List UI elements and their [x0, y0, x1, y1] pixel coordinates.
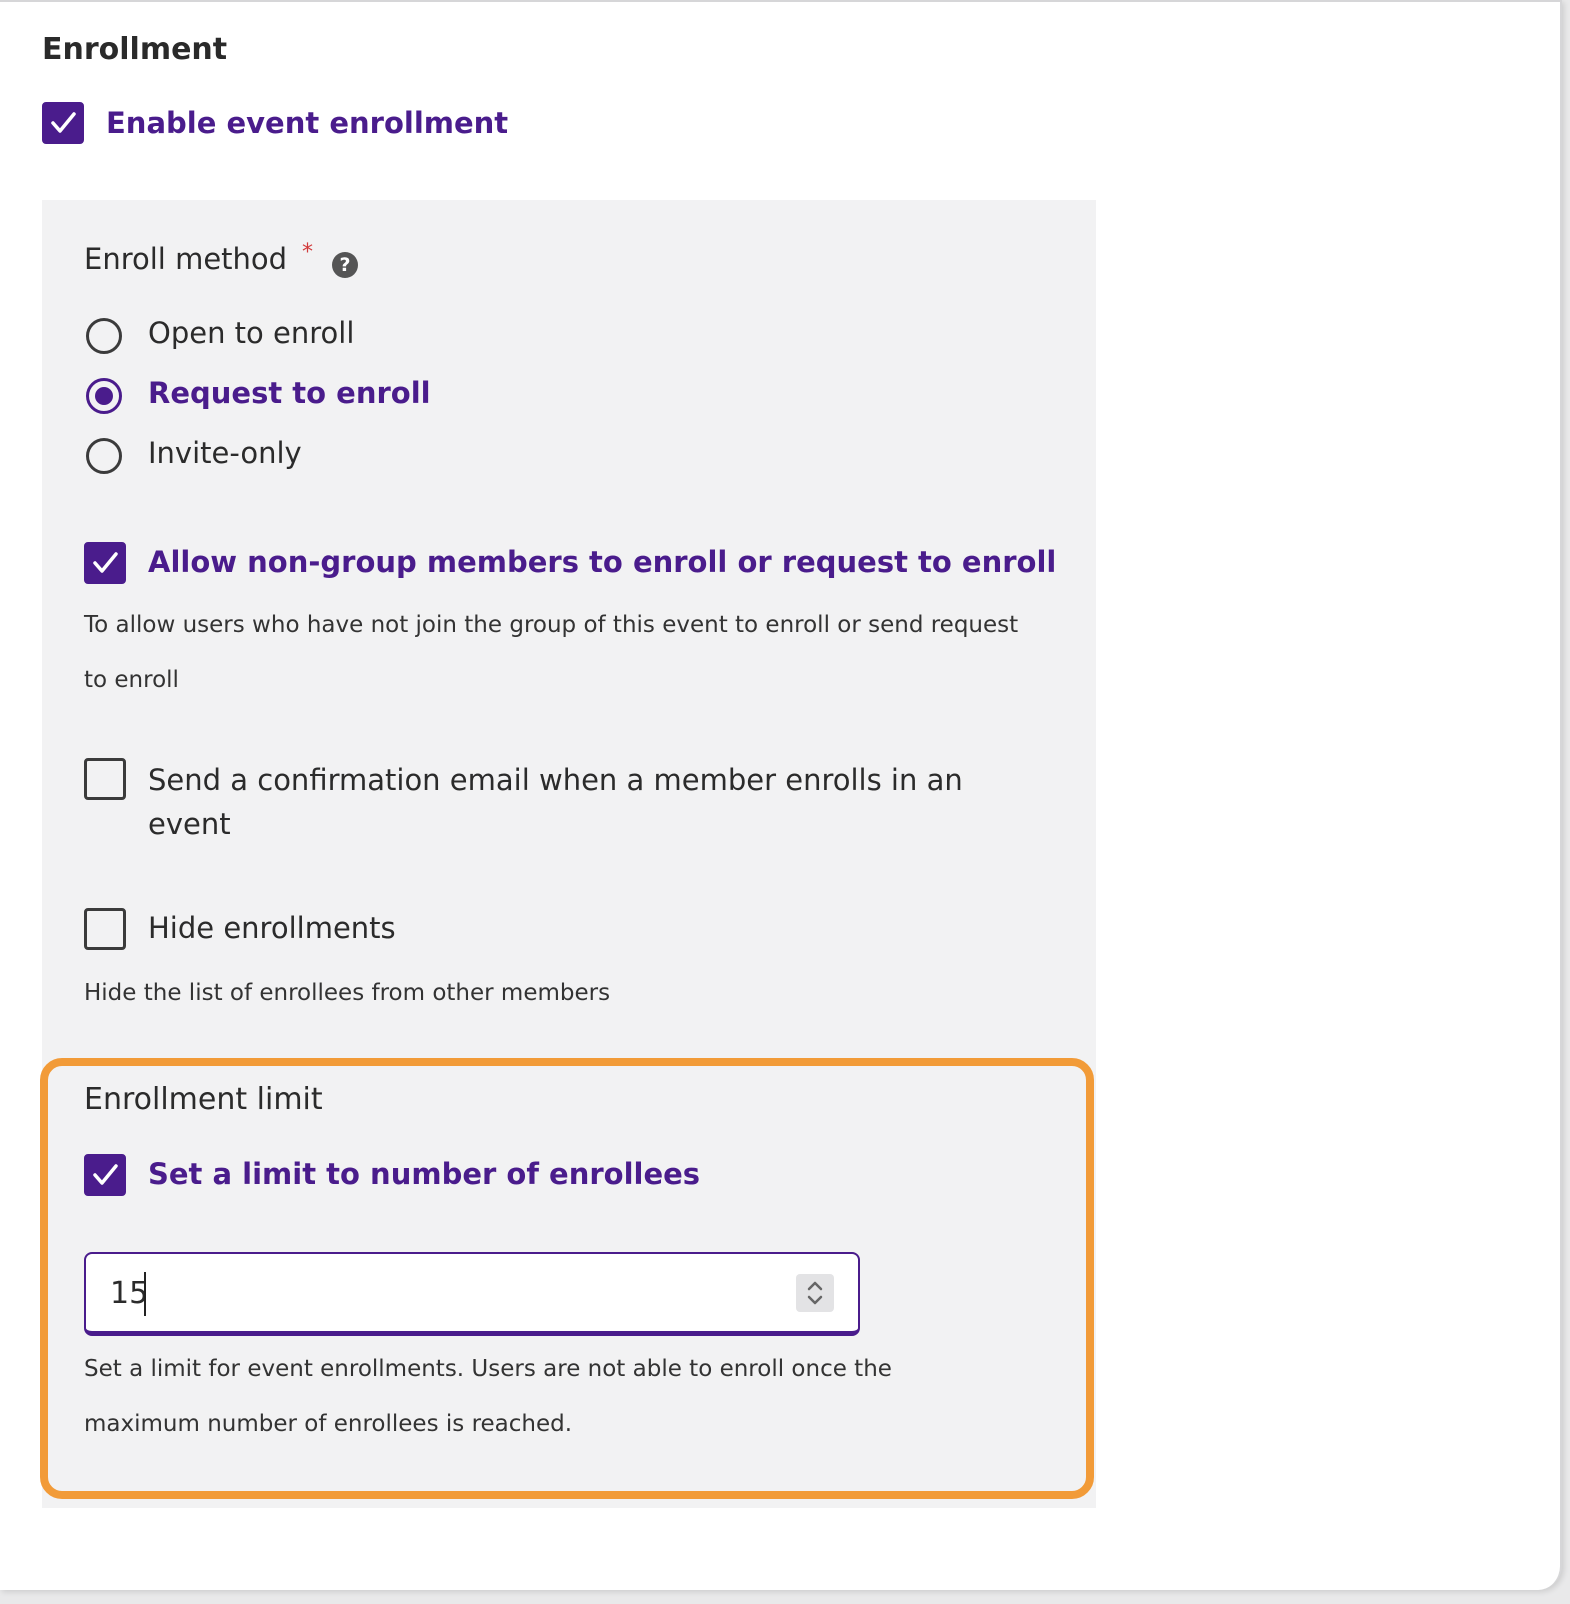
enable-enrollment-checkbox[interactable] [42, 102, 84, 144]
allow-non-group-label[interactable]: Allow non-group members to enroll or req… [148, 545, 1056, 579]
confirmation-email-label[interactable]: Send a confirmation email when a member … [148, 758, 1008, 846]
allow-non-group-help: To allow users who have not join the gro… [84, 612, 1019, 693]
confirmation-email-checkbox[interactable] [84, 758, 126, 800]
enrollment-limit-input[interactable] [110, 1268, 750, 1318]
section-title: Enrollment [42, 32, 228, 67]
hide-enrollments-checkbox[interactable] [84, 908, 126, 950]
set-limit-checkbox[interactable] [84, 1154, 126, 1196]
radio-label-open-to-enroll[interactable]: Open to enroll [148, 316, 354, 350]
number-stepper[interactable] [796, 1274, 834, 1312]
set-limit-label[interactable]: Set a limit to number of enrollees [148, 1157, 700, 1191]
hide-enrollments-label[interactable]: Hide enrollments [148, 906, 396, 950]
enroll-method-label: Enroll method [84, 242, 288, 276]
enable-enrollment-label[interactable]: Enable event enrollment [106, 106, 508, 140]
stepper-arrows-icon [807, 1281, 823, 1305]
enrollment-limit-field[interactable] [84, 1252, 860, 1336]
radio-label-request-to-enroll[interactable]: Request to enroll [148, 376, 431, 410]
radio-request-to-enroll[interactable] [86, 378, 122, 414]
checkmark-icon [93, 1164, 118, 1185]
required-marker: * [302, 240, 313, 265]
allow-non-group-checkbox[interactable] [84, 542, 126, 584]
radio-label-invite-only[interactable]: Invite-only [148, 436, 302, 470]
hide-enrollments-help: Hide the list of enrollees from other me… [84, 980, 611, 1006]
checkmark-icon [93, 552, 118, 573]
radio-invite-only[interactable] [86, 438, 122, 474]
text-caret [144, 1272, 146, 1316]
radio-open-to-enroll[interactable] [86, 318, 122, 354]
help-icon[interactable]: ? [332, 252, 358, 278]
enrollment-limit-help: Set a limit for event enrollments. Users… [84, 1356, 892, 1437]
enrollment-limit-title: Enrollment limit [84, 1082, 323, 1117]
checkmark-icon [51, 112, 76, 133]
enrollment-card: Enrollment Enable event enrollment Enrol… [0, 0, 1562, 1590]
